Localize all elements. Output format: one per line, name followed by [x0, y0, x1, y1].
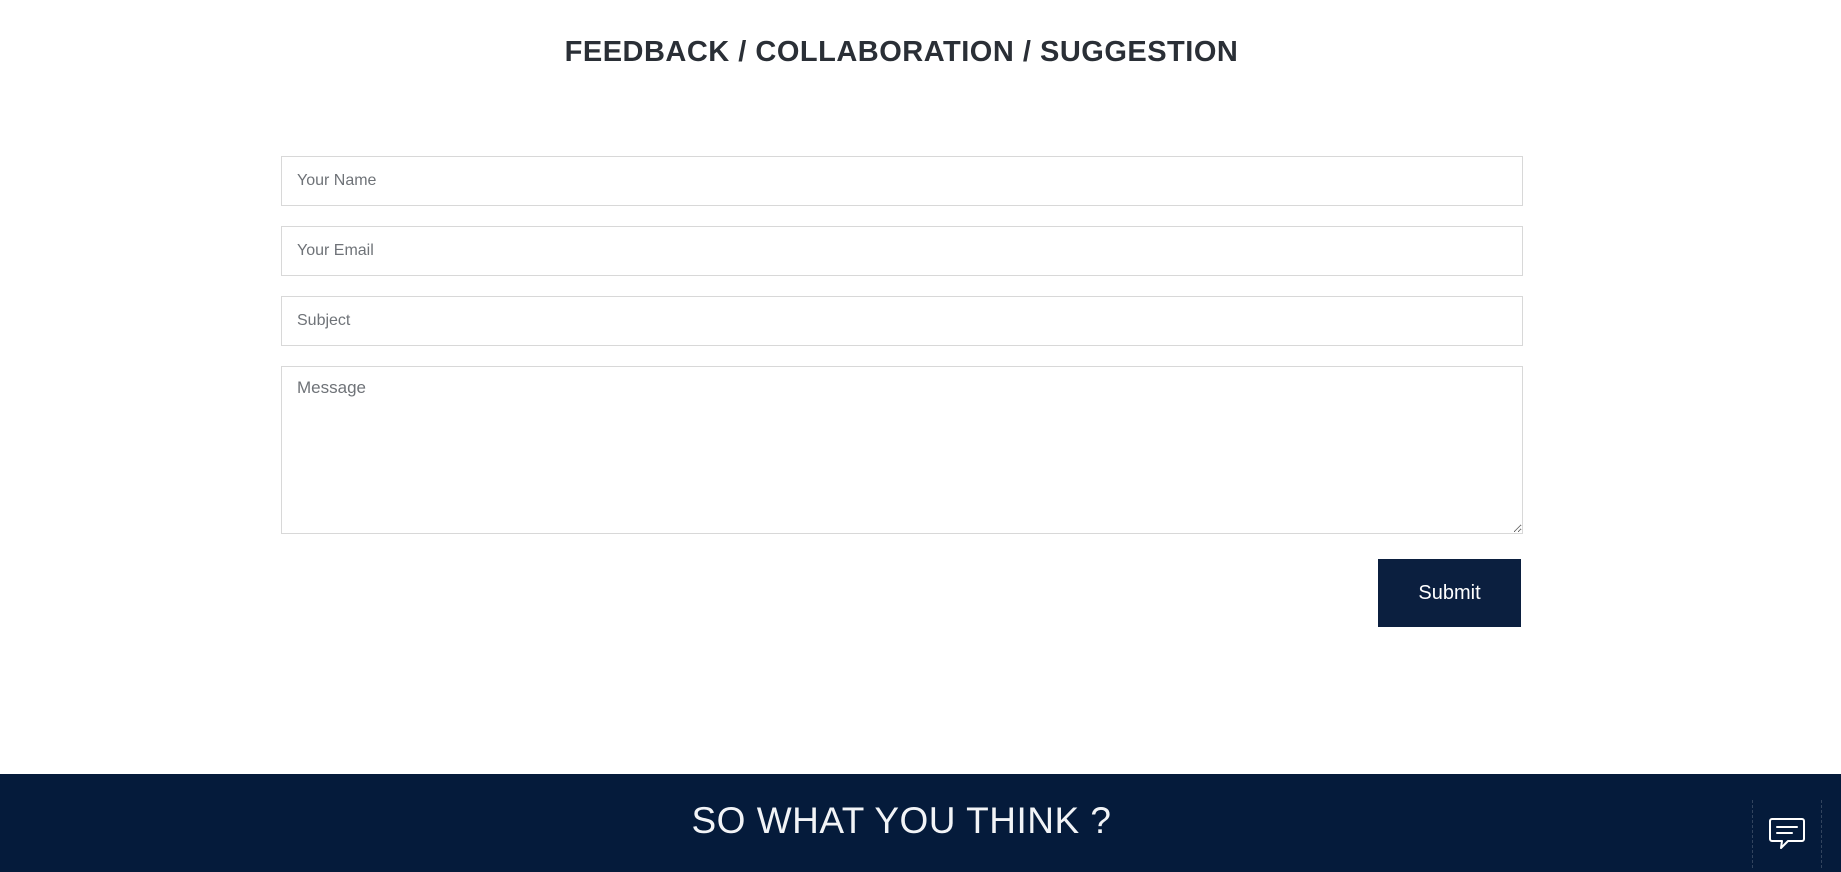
footer-title: SO WHAT YOU THINK ?	[691, 800, 1112, 841]
chat-bubble-icon	[1769, 818, 1805, 849]
submit-button[interactable]: Submit	[1378, 559, 1521, 627]
email-input[interactable]	[281, 226, 1523, 276]
message-textarea[interactable]	[281, 366, 1523, 534]
name-input[interactable]	[281, 156, 1523, 206]
chat-widget-button[interactable]	[1752, 800, 1822, 868]
footer-banner: SO WHAT YOU THINK ?	[0, 774, 1841, 872]
page-title: FEEDBACK / COLLABORATION / SUGGESTION	[564, 36, 1239, 68]
feedback-page: FEEDBACK / COLLABORATION / SUGGESTION Su…	[0, 0, 1841, 872]
subject-input[interactable]	[281, 296, 1523, 346]
